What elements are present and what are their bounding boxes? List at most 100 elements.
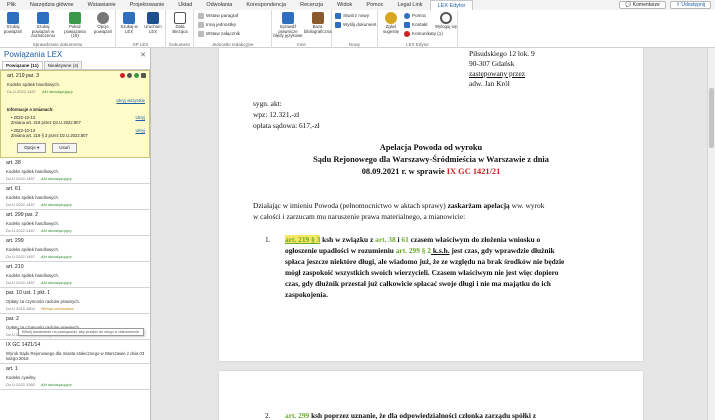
launch-lex-button[interactable]: Uruchom LEX xyxy=(141,12,165,34)
bibliography-button[interactable]: Baza bibliograficzna xyxy=(304,12,331,34)
tooltip: Kliknij dwukrotnie na powiązaniu, aby pr… xyxy=(18,328,144,336)
link-card[interactable]: art. 38 Kodeks spółek handlowych. Dz.U.202… xyxy=(0,158,150,184)
options-button[interactable]: Opcje ▾ xyxy=(17,143,47,153)
link-card[interactable]: IX GC 1421/14 Wyrok Sądu Rejonowego dla m… xyxy=(0,340,150,364)
link-card[interactable]: art. 61 Kodeks spółek handlowych. Dz.U.202… xyxy=(0,184,150,210)
suggest-button[interactable]: Zgłoś sugestię xyxy=(379,12,403,34)
link-card[interactable]: art. 299 par. 2 Kodeks spółek handlowych.… xyxy=(0,210,150,236)
menu-review[interactable]: Recenzja xyxy=(293,0,330,10)
other-unit-button[interactable]: Inną jednostkę xyxy=(198,21,236,29)
tab-linked[interactable]: Powiązane (11) xyxy=(2,61,43,69)
link-source: Dz.U.2022.1467 Akt obowiązujący xyxy=(6,228,72,233)
insert-attachment-button[interactable]: Wstaw załącznik xyxy=(198,30,240,38)
menu-insert[interactable]: Wstawianie xyxy=(81,0,123,10)
link-card[interactable]: art. 1 Kodeks cywilny. Dz.U.2022.1360 Akt o… xyxy=(0,364,150,390)
menu-home[interactable]: Narzędzia główne xyxy=(23,0,81,10)
menu-lex-editor[interactable]: LEX Edytor xyxy=(429,0,474,11)
menu-mailings[interactable]: Korespondencja xyxy=(239,0,293,10)
find-links-button[interactable]: Szukaj powiązań xyxy=(1,12,25,34)
document-page[interactable]: 2. art. 299 ksh poprzez uznanie, że dla … xyxy=(219,371,643,420)
close-icon[interactable]: ✕ xyxy=(140,51,146,59)
check-language-button[interactable]: Sprawdź prawnicze błędy językowe xyxy=(273,12,303,39)
lex-links-panel: Powiązania LEX ✕ Powiązane (11) Nieaktyw… xyxy=(0,48,151,420)
link-card[interactable]: art. 210 Kodeks spółek handlowych. Dz.U.20… xyxy=(0,262,150,288)
court-fee: opłata sądowa: 617,-zł xyxy=(253,121,320,130)
link-ref: art. 299 xyxy=(6,238,24,244)
hide-change-link[interactable]: Ukryj xyxy=(135,128,145,138)
legal-link[interactable]: art. 38 xyxy=(375,235,396,244)
address-line: 90-307 Gdańsk xyxy=(469,59,515,68)
link-source: Dz.U.2022.1467 Akt obowiązujący xyxy=(6,176,72,181)
link-card[interactable]: par. 10 ust. 1 pkt. 1 Opłaty za czynności… xyxy=(0,288,150,314)
vertical-scrollbar[interactable] xyxy=(707,48,715,420)
doc-line: art. 299 ksh poprzez uznanie, że dla odp… xyxy=(285,411,537,420)
send-document-button[interactable]: Wyślij dokument xyxy=(335,21,376,29)
link-desc: Kodeks spółek handlowych. xyxy=(6,247,60,252)
scroll-thumb[interactable] xyxy=(709,88,714,148)
doc-line: ogłoszenie upadłości w rozumieniu art. 2… xyxy=(285,246,555,255)
menu-layout[interactable]: Układ xyxy=(171,0,199,10)
ribbon-group-new: Stwórz nowy Wyślij dokument Nowy xyxy=(332,10,378,48)
address-line: Piłsudskiego 12 lok. 9 xyxy=(469,49,535,58)
messages-button[interactable]: Komunikaty (1) xyxy=(404,30,443,38)
hide-change-link[interactable]: Ukryj xyxy=(135,115,145,125)
logout-button[interactable]: Wyloguj się xyxy=(434,12,458,30)
menu-file[interactable]: Plik xyxy=(0,0,23,10)
doc-line: czas, gdy dłużnik przestał już całkowici… xyxy=(285,279,551,288)
status-badge: Akt obowiązujący xyxy=(40,254,72,259)
panel-tabs: Powiązane (11) Nieaktywne (4) xyxy=(0,61,150,70)
link-options-button[interactable]: Opcje powiązań xyxy=(91,12,115,34)
books-icon xyxy=(311,12,324,24)
link-card[interactable]: art. 299 Kodeks spółek handlowych. Dz.U.20… xyxy=(0,236,150,262)
link-desc: Kodeks spółek handlowych. xyxy=(7,82,61,87)
menu-legal-link[interactable]: Legal Link xyxy=(390,0,429,10)
legal-link[interactable]: art. 299 xyxy=(285,411,309,420)
link-card[interactable]: par. 2Opłaty za czynności radców prawnyc… xyxy=(0,314,150,340)
menu-bar: Plik Narzędzia główne Wstawianie Projekt… xyxy=(0,0,715,11)
menu-design[interactable]: Projektowanie xyxy=(123,0,172,10)
current-date-button[interactable]: Data Bieżąca xyxy=(168,12,192,34)
comments-button[interactable]: 💬 Komentarze xyxy=(619,1,666,9)
intro-line: Działając w imieniu Powoda (pełnomocnict… xyxy=(253,201,545,210)
open-external-icon[interactable] xyxy=(141,73,146,78)
legal-link[interactable]: art. 299 § 2 xyxy=(396,246,431,255)
document-page[interactable]: Piłsudskiego 12 lok. 9 90-307 Gdańsk zas… xyxy=(219,48,643,361)
selected-link-card[interactable]: art. 219 par. 3 Kodeks spółek handlowych… xyxy=(0,70,150,158)
warning-icon[interactable] xyxy=(120,73,125,78)
legal-link[interactable]: art. 219 § 3 xyxy=(285,235,321,244)
legal-link[interactable]: 61 xyxy=(401,235,408,244)
panel-header: Powiązania LEX ✕ xyxy=(0,48,150,61)
card-actions xyxy=(120,73,146,78)
link-ref: art. 1 xyxy=(6,366,18,372)
ribbon-group-document: Data Bieżąca Dokument xyxy=(166,10,194,48)
gear-icon xyxy=(97,12,109,24)
find-links-selection-button[interactable]: Szukaj powiązań w zaznaczeniu xyxy=(28,12,58,39)
power-icon xyxy=(440,12,452,24)
intro-line: w całości i zarzucam mu naruszenie prawa… xyxy=(253,212,466,221)
case-number-label: sygn. akt: xyxy=(253,99,282,108)
attachment-icon xyxy=(198,31,204,37)
menu-help[interactable]: Pomoc xyxy=(359,0,390,10)
tab-inactive[interactable]: Nieaktywne (4) xyxy=(43,61,83,69)
status-badge: Akt obowiązujący xyxy=(41,89,73,94)
eye-icon[interactable] xyxy=(127,73,132,78)
link-desc: Kodeks spółek handlowych. xyxy=(6,221,60,226)
insert-paragraph-button[interactable]: Wstaw paragraf xyxy=(198,12,238,20)
hide-all-link[interactable]: Ukryj wszystkie xyxy=(116,98,145,103)
menu-view[interactable]: Widok xyxy=(330,0,359,10)
show-links-button[interactable]: Pokaż powiązania (19) xyxy=(61,12,89,39)
create-new-button[interactable]: Stwórz nowy xyxy=(335,12,369,20)
contact-button[interactable]: Kontakt xyxy=(404,21,428,29)
doc-line: zaspokojenia. xyxy=(285,290,328,299)
share-button[interactable]: ⇪ Udostępnij xyxy=(669,1,711,9)
menu-references[interactable]: Odwołania xyxy=(199,0,239,10)
remove-button[interactable]: Usuń xyxy=(52,143,77,153)
case-link[interactable]: IX GC 1421/21 xyxy=(447,167,501,176)
doc-line: spłaca jeszcze niektóre długi, ale wiado… xyxy=(285,257,565,266)
help-button[interactable]: Pomoc xyxy=(404,12,426,20)
link-icon[interactable] xyxy=(134,73,139,78)
suggestion-icon xyxy=(385,12,397,24)
search-lex-button[interactable]: Szukaj w LEX xyxy=(117,12,141,34)
ribbon-group-units: Wstaw paragraf Inną jednostkę Wstaw załą… xyxy=(194,10,272,48)
link-desc: Kodeks spółek handlowych. xyxy=(6,273,60,278)
